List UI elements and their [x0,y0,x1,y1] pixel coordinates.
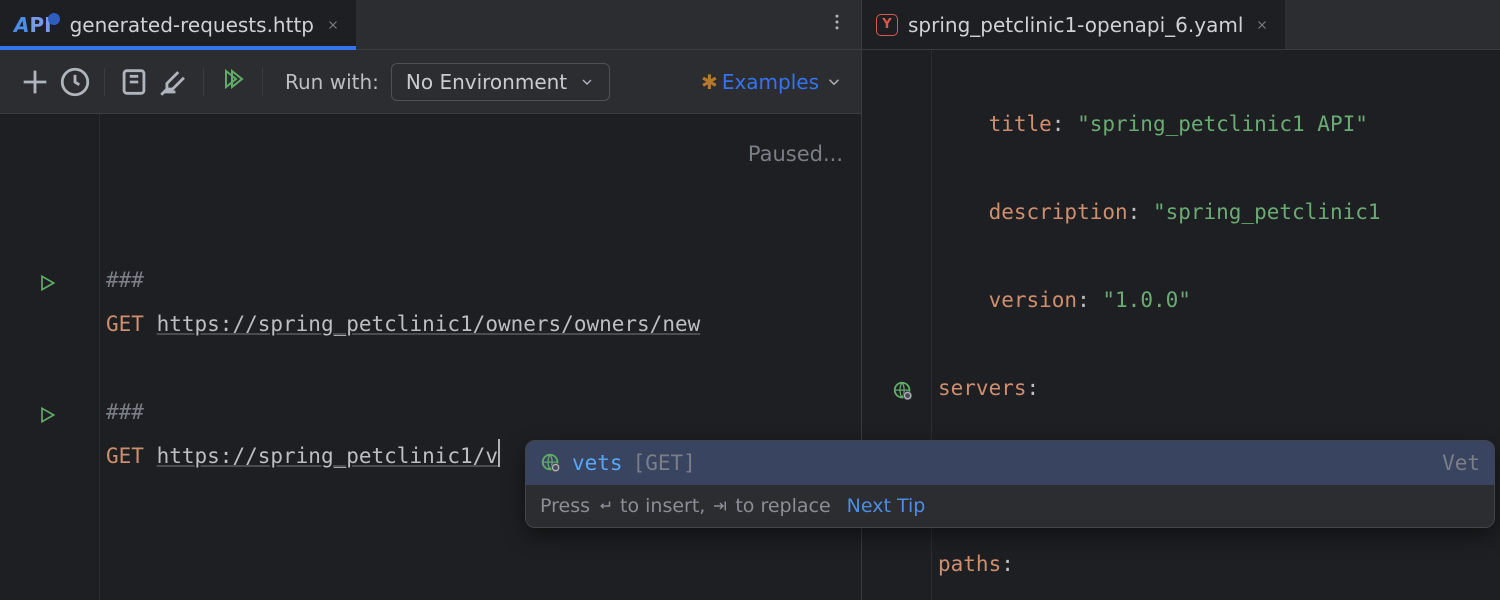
completion-name: vets [572,451,623,475]
completion-type: [GET] [633,451,696,475]
completion-item[interactable]: vets [GET] Vet [526,441,1494,485]
http-url: https://spring_petclinic1/owners/owners/… [157,312,701,336]
editor-status: Paused... [748,132,843,176]
toolbar-separator [203,68,204,96]
yaml-file-icon: Y [876,14,898,36]
http-method: GET [106,444,144,468]
completion-origin: Vet [1442,451,1480,475]
examples-dropdown[interactable]: ✱ Examples [701,70,843,94]
text-cursor [498,439,500,467]
left-tab-bar: API generated-requests.http [0,0,861,50]
tab-label: spring_petclinic1-openapi_6.yaml [908,13,1243,37]
tab-generated-requests[interactable]: API generated-requests.http [0,0,356,49]
environment-value: No Environment [406,70,567,94]
run-request-button[interactable] [36,272,58,294]
close-icon[interactable] [324,16,342,34]
editor-gutter [0,114,100,600]
run-request-button[interactable] [36,404,58,426]
star-icon: ✱ [701,70,718,94]
endpoint-gutter-icon[interactable] [892,380,914,402]
http-method: GET [106,312,144,336]
tab-openapi-yaml[interactable]: Y spring_petclinic1-openapi_6.yaml [862,0,1285,49]
environment-select[interactable]: No Environment [391,63,610,101]
next-tip-link[interactable]: Next Tip [847,495,926,517]
add-request-button[interactable] [18,65,52,99]
run-with-label: Run with: [285,70,379,94]
examples-label: Examples [722,70,819,94]
history-button[interactable] [58,65,92,99]
tab-key-icon [711,495,729,517]
active-tab-indicator [0,46,356,50]
completion-popup: vets [GET] Vet Press to insert, to repla… [525,440,1495,528]
enter-key-icon [596,495,614,517]
completion-footer: Press to insert, to replace Next Tip [526,485,1494,527]
request-separator: ### [106,268,144,292]
tab-label: generated-requests.http [70,13,314,37]
http-url: https://spring_petclinic1/v [157,444,498,468]
tab-overflow-button[interactable] [813,0,861,49]
structure-button[interactable] [117,65,151,99]
run-all-button[interactable] [216,65,250,99]
http-api-icon: API [14,13,60,37]
request-separator: ### [106,400,144,424]
more-vertical-icon [827,12,847,37]
endpoint-icon [540,452,562,474]
import-button[interactable] [157,65,191,99]
http-toolbar: Run with: No Environment ✱ Examples [0,50,861,114]
close-icon[interactable] [1253,16,1271,34]
toolbar-separator [262,68,263,96]
right-tab-bar: Y spring_petclinic1-openapi_6.yaml [862,0,1500,50]
toolbar-separator [104,68,105,96]
